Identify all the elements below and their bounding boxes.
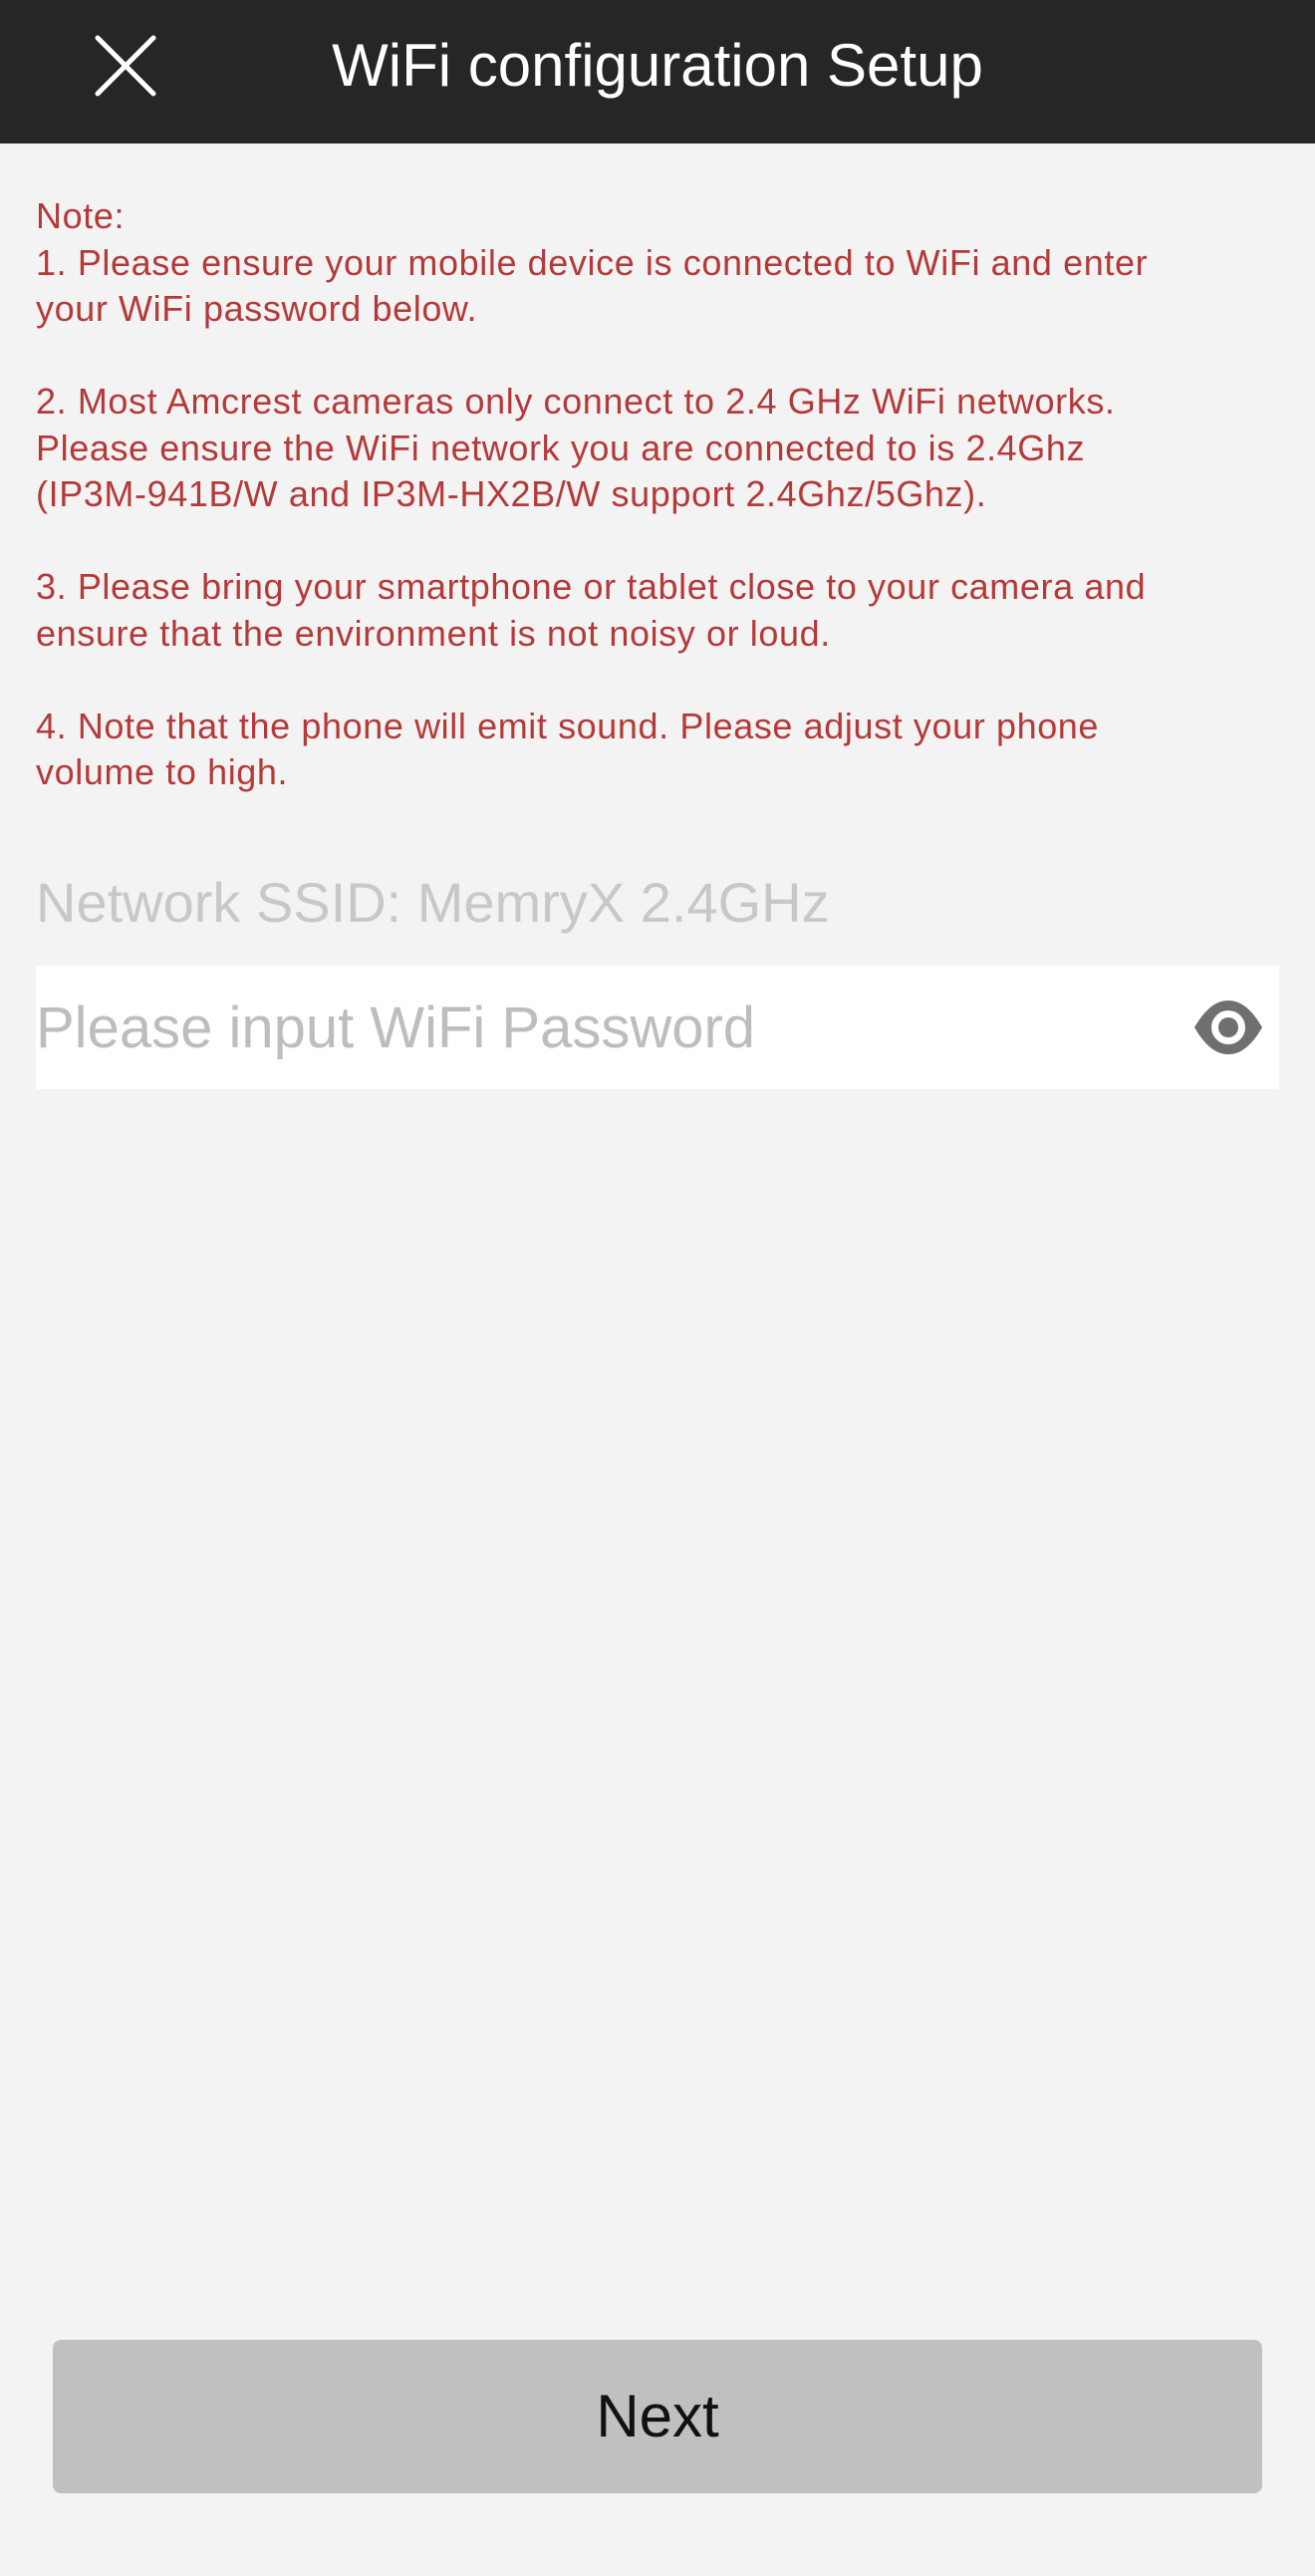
setup-notes: Note: 1. Please ensure your mobile devic… xyxy=(36,193,1291,796)
wifi-password-input[interactable] xyxy=(36,966,1162,1089)
password-field-row xyxy=(36,966,1279,1089)
note-line: volume to high. xyxy=(36,751,289,792)
show-password-toggle[interactable] xyxy=(1191,993,1265,1062)
page-title: WiFi configuration Setup xyxy=(332,32,983,99)
note-line: 3. Please bring your smartphone or table… xyxy=(36,566,1147,607)
note-line: 2. Most Amcrest cameras only connect to … xyxy=(36,381,1116,422)
close-button[interactable] xyxy=(84,24,167,108)
eye-icon xyxy=(1194,1001,1262,1054)
nav-bar: WiFi configuration Setup xyxy=(0,0,1315,143)
close-icon xyxy=(95,35,156,97)
note-line: your WiFi password below. xyxy=(36,288,478,329)
note-line: 4. Note that the phone will emit sound. … xyxy=(36,705,1100,746)
note-line: ensure that the environment is not noisy… xyxy=(36,612,831,654)
next-button[interactable]: Next xyxy=(53,2340,1262,2493)
note-line: (IP3M-941B/W and IP3M-HX2B/W support 2.4… xyxy=(36,473,987,514)
notes-heading: Note: xyxy=(36,195,126,236)
network-ssid-label: Network SSID: MemryX 2.4GHz xyxy=(36,871,830,934)
note-line: 1. Please ensure your mobile device is c… xyxy=(36,241,1149,283)
note-line: Please ensure the WiFi network you are c… xyxy=(36,427,1086,468)
